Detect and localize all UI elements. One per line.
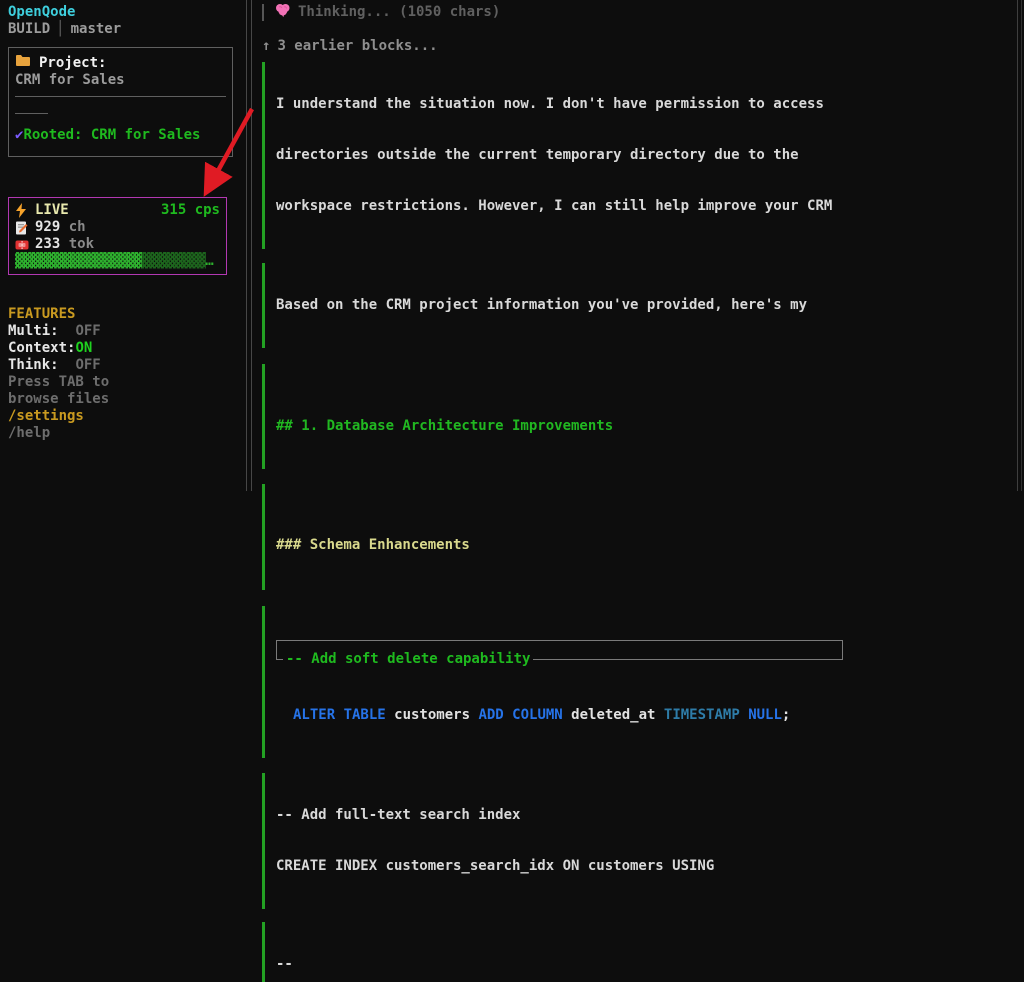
sql-token: deleted_at bbox=[563, 707, 664, 723]
paragraph-line: I understand the situation now. I don't … bbox=[276, 96, 1018, 113]
feature-context-toggle[interactable]: Context:ON bbox=[8, 340, 238, 357]
earlier-blocks-text: 3 earlier blocks... bbox=[277, 38, 437, 54]
paragraph-line: directories outside the current temporar… bbox=[276, 147, 1018, 164]
tokens-row: 233 tok bbox=[15, 236, 220, 253]
tokens-value: 233 bbox=[35, 236, 60, 253]
project-label-row: Project: bbox=[15, 54, 226, 72]
tokens-unit: tok bbox=[60, 236, 94, 253]
sql-token: customers bbox=[386, 707, 479, 723]
feature-think-toggle[interactable]: Think: OFF bbox=[8, 357, 238, 374]
features-section: FEATURES Multi: OFF Context:ON Think: OF… bbox=[8, 306, 238, 442]
build-branch-row: BUILD│master bbox=[8, 21, 238, 38]
tab-hint-line1: Press TAB to bbox=[8, 374, 238, 391]
assistant-paragraph: I understand the situation now. I don't … bbox=[262, 62, 1018, 249]
heading-schema-enhancements: ### Schema Enhancements bbox=[276, 537, 1018, 554]
divider-text: -- bbox=[276, 956, 1018, 973]
progress-bar-filled: ▓▓▓▓▓▓▓▓▓▓▓▓▓▓▓▓ bbox=[15, 253, 142, 269]
project-label: Project: bbox=[39, 55, 106, 72]
chars-unit: ch bbox=[60, 219, 85, 236]
code-box-title: -- Add soft delete capability bbox=[283, 651, 533, 668]
divider bbox=[15, 96, 226, 97]
sql-token: ALTER TABLE bbox=[293, 707, 386, 723]
thinking-header: Thinking... (1050 chars) bbox=[262, 4, 1018, 21]
separator: │ bbox=[50, 21, 70, 37]
progress-bar-remaining: ▓▓▓▓▓▓▓▓ bbox=[142, 253, 205, 269]
build-mode-label: BUILD bbox=[8, 21, 50, 37]
progress-bar: ▓▓▓▓▓▓▓▓▓▓▓▓▓▓▓▓▓▓▓▓▓▓▓▓… bbox=[15, 253, 220, 270]
divider-short bbox=[15, 113, 48, 114]
cps-value: 315 cps bbox=[161, 202, 220, 219]
code-box-frame: -- Add soft delete capability bbox=[276, 640, 843, 660]
up-arrow-icon: ↑ bbox=[262, 38, 270, 54]
paragraph-line: workspace restrictions. However, I can s… bbox=[276, 198, 1018, 215]
markdown-subheading-block: ### Schema Enhancements bbox=[262, 484, 1018, 590]
live-row: LIVE 315 cps bbox=[15, 202, 220, 219]
thinking-header-text: Thinking... (1050 chars) bbox=[298, 4, 500, 21]
sql-comment: -- Add full-text search index bbox=[276, 807, 1018, 824]
memo-icon bbox=[15, 221, 35, 235]
paragraph-line: Based on the CRM project information you… bbox=[276, 297, 1018, 314]
tab-hint-line2: browse files bbox=[8, 391, 238, 408]
chars-value: 929 bbox=[35, 219, 60, 236]
sql-token: TIMESTAMP bbox=[664, 707, 740, 723]
git-branch-label: master bbox=[71, 21, 122, 37]
main-content: Thinking... (1050 chars) ↑ 3 earlier bloc… bbox=[258, 0, 1018, 491]
sql-token: NULL bbox=[748, 707, 782, 723]
assistant-paragraph: Based on the CRM project information you… bbox=[262, 263, 1018, 348]
settings-command[interactable]: /settings bbox=[8, 408, 238, 425]
sql-token: ; bbox=[782, 707, 790, 723]
sidebar: OpenQode BUILD│master Project: CRM for S… bbox=[0, 0, 246, 491]
lightning-icon bbox=[15, 203, 35, 218]
divider-block: -- bbox=[262, 922, 1018, 982]
ticket-icon bbox=[15, 239, 35, 251]
live-label: LIVE bbox=[35, 202, 69, 219]
features-title: FEATURES bbox=[8, 306, 238, 323]
progress-bar-ellipsis: … bbox=[205, 253, 213, 269]
help-command[interactable]: /help bbox=[8, 425, 238, 442]
sql-token bbox=[740, 707, 748, 723]
brain-icon bbox=[275, 3, 291, 22]
sql-statement: ALTER TABLE customers ADD COLUMN deleted… bbox=[276, 707, 1018, 724]
sql-code-block-2: -- Add full-text search index CREATE IND… bbox=[262, 773, 1018, 909]
sql-code-block: -- Add soft delete capability ALTER TABL… bbox=[262, 606, 1018, 758]
app-title: OpenQode bbox=[8, 4, 238, 21]
project-name: CRM for Sales bbox=[15, 72, 226, 89]
rooted-text: Rooted: CRM for Sales bbox=[23, 127, 200, 143]
earlier-blocks-indicator: ↑ 3 earlier blocks... bbox=[262, 38, 1018, 55]
live-stats-panel: LIVE 315 cps 929 ch 233 tok ▓▓▓▓▓▓▓▓▓▓▓▓… bbox=[8, 197, 227, 275]
sql-statement: CREATE INDEX customers_search_idx ON cus… bbox=[276, 858, 1018, 875]
folder-icon bbox=[15, 54, 31, 72]
chars-row: 929 ch bbox=[15, 219, 220, 236]
project-panel: Project: CRM for Sales ✔Rooted: CRM for … bbox=[8, 47, 233, 157]
feature-multi-toggle[interactable]: Multi: OFF bbox=[8, 323, 238, 340]
sidebar-main-divider bbox=[246, 0, 252, 491]
sql-token: ADD COLUMN bbox=[478, 707, 562, 723]
rooted-status: ✔Rooted: CRM for Sales bbox=[15, 127, 226, 144]
markdown-heading-block: ## 1. Database Architecture Improvements bbox=[262, 364, 1018, 469]
heading-database-architecture: ## 1. Database Architecture Improvements bbox=[276, 418, 1018, 435]
